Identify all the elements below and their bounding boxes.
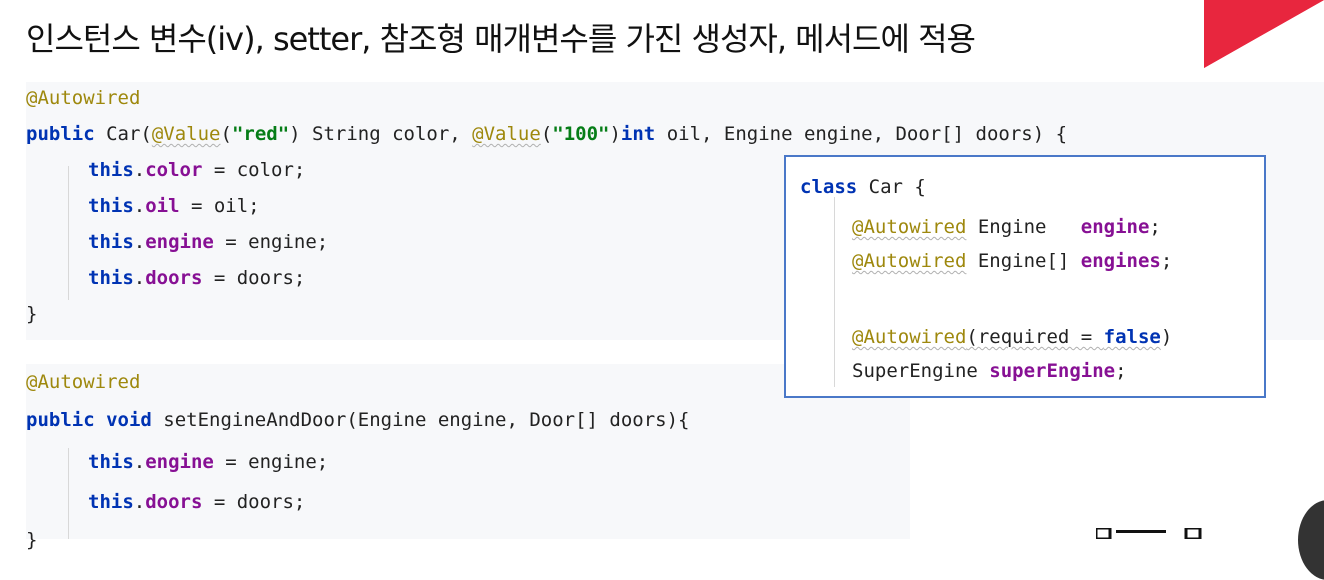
code-line-assign-doors: this.doors = doors;	[88, 262, 305, 294]
code-token: .	[133, 159, 146, 181]
keyword-token: false	[1103, 326, 1161, 348]
class-car-box: class Car { @Autowired Engine engine; @A…	[784, 155, 1266, 398]
code-token: (	[220, 123, 232, 145]
code-line-assign-color: this.color = color;	[88, 154, 305, 186]
code-token: = doors;	[202, 267, 306, 289]
code-line-close-brace: }	[26, 529, 38, 551]
code-line-close-brace: }	[26, 303, 38, 325]
field-token: oil	[145, 195, 180, 217]
code-line-constructor-signature: public Car(@Value("red") String color, @…	[26, 118, 1067, 150]
indent-guide	[834, 197, 835, 387]
keyword-token: int	[620, 123, 656, 145]
code-token: )	[1160, 326, 1173, 348]
code-token: ;	[1149, 216, 1161, 238]
keyword-token: this	[88, 491, 134, 513]
annotation-token: @Autowired	[26, 87, 141, 109]
code-token: ;	[1115, 360, 1127, 382]
code-token: Engine[]	[966, 250, 1081, 272]
code-token: ;	[1160, 250, 1173, 272]
field-token: doors	[145, 491, 203, 513]
code-token: = engine;	[213, 451, 329, 473]
code-token: Car {	[857, 176, 926, 198]
code-token: Engine	[966, 216, 1081, 238]
code-token: = doors;	[202, 491, 306, 513]
field-token: superEngine	[989, 360, 1116, 382]
code-line-field-engines: @Autowired Engine[] engines;	[852, 245, 1172, 277]
annotation-token: @Autowired	[852, 250, 967, 272]
code-token: (	[540, 123, 553, 145]
code-token: )	[609, 123, 621, 145]
code-line-annotation: @Autowired	[26, 82, 140, 114]
code-token: ) String color,	[289, 123, 473, 145]
code-line-assign-doors: this.doors = doors;	[88, 486, 305, 518]
code-token: = oil;	[179, 195, 260, 217]
keyword-token: this	[88, 267, 134, 289]
code-token: Car(	[94, 123, 152, 145]
annotation-token: @Value	[472, 123, 541, 145]
code-token: .	[133, 451, 146, 473]
field-token: engine	[145, 451, 214, 473]
code-token: oil, Engine engine, Door[] doors) {	[655, 123, 1068, 145]
code-line-setter-signature: public void setEngineAndDoor(Engine engi…	[26, 404, 690, 436]
keyword-token: this	[88, 451, 134, 473]
annotation-token: @Value	[151, 123, 221, 145]
field-token: color	[145, 159, 203, 181]
code-token: SuperEngine	[852, 360, 990, 382]
annotation-token: @Autowired	[852, 216, 967, 238]
slide-title: 인스턴스 변수(iv), setter, 참조형 매개변수를 가진 생성자, 메…	[26, 20, 976, 58]
presenter-avatar	[1298, 500, 1324, 580]
code-line-assign-engine: this.engine = engine;	[88, 226, 328, 258]
keyword-token: public	[26, 409, 95, 431]
code-token: = engine;	[213, 231, 329, 253]
code-token: .	[133, 195, 146, 217]
keyword-token: this	[88, 195, 134, 217]
code-token: = color;	[202, 159, 306, 181]
code-line-field-superengine: SuperEngine superEngine;	[852, 355, 1127, 387]
code-line-field-engine: @Autowired Engine engine;	[852, 211, 1161, 243]
code-token: setEngineAndDoor(Engine engine, Door[] d…	[151, 409, 690, 431]
code-line-annotation: @Autowired	[26, 366, 140, 398]
string-token: "red"	[231, 123, 290, 145]
code-line-assign-engine: this.engine = engine;	[88, 446, 328, 478]
keyword-token: this	[88, 231, 134, 253]
keyword-token: void	[106, 409, 152, 431]
code-line-assign-oil: this.oil = oil;	[88, 190, 260, 222]
field-token: engine	[1080, 216, 1150, 238]
indent-guide	[68, 448, 69, 539]
qr-code-icon	[1096, 528, 1202, 539]
annotation-token: @Autowired	[852, 326, 967, 348]
code-token: .	[133, 491, 146, 513]
field-token: engine	[145, 231, 214, 253]
string-token: "100"	[552, 123, 610, 145]
keyword-token: this	[88, 159, 134, 181]
field-token: engines	[1080, 250, 1161, 272]
code-token: .	[133, 267, 146, 289]
indent-guide	[68, 166, 69, 300]
code-line-optional-annotation: @Autowired(required = false)	[852, 321, 1172, 353]
corner-accent-shape	[1204, 0, 1324, 68]
code-token: (required =	[966, 326, 1104, 348]
code-line-class-decl: class Car {	[800, 171, 926, 203]
setter-code-panel: @Autowired public void setEngineAndDoor(…	[26, 364, 910, 551]
annotation-token: @Autowired	[26, 371, 141, 393]
field-token: doors	[145, 267, 203, 289]
keyword-token: class	[800, 176, 858, 198]
keyword-token: public	[26, 123, 95, 145]
code-token: .	[133, 231, 146, 253]
